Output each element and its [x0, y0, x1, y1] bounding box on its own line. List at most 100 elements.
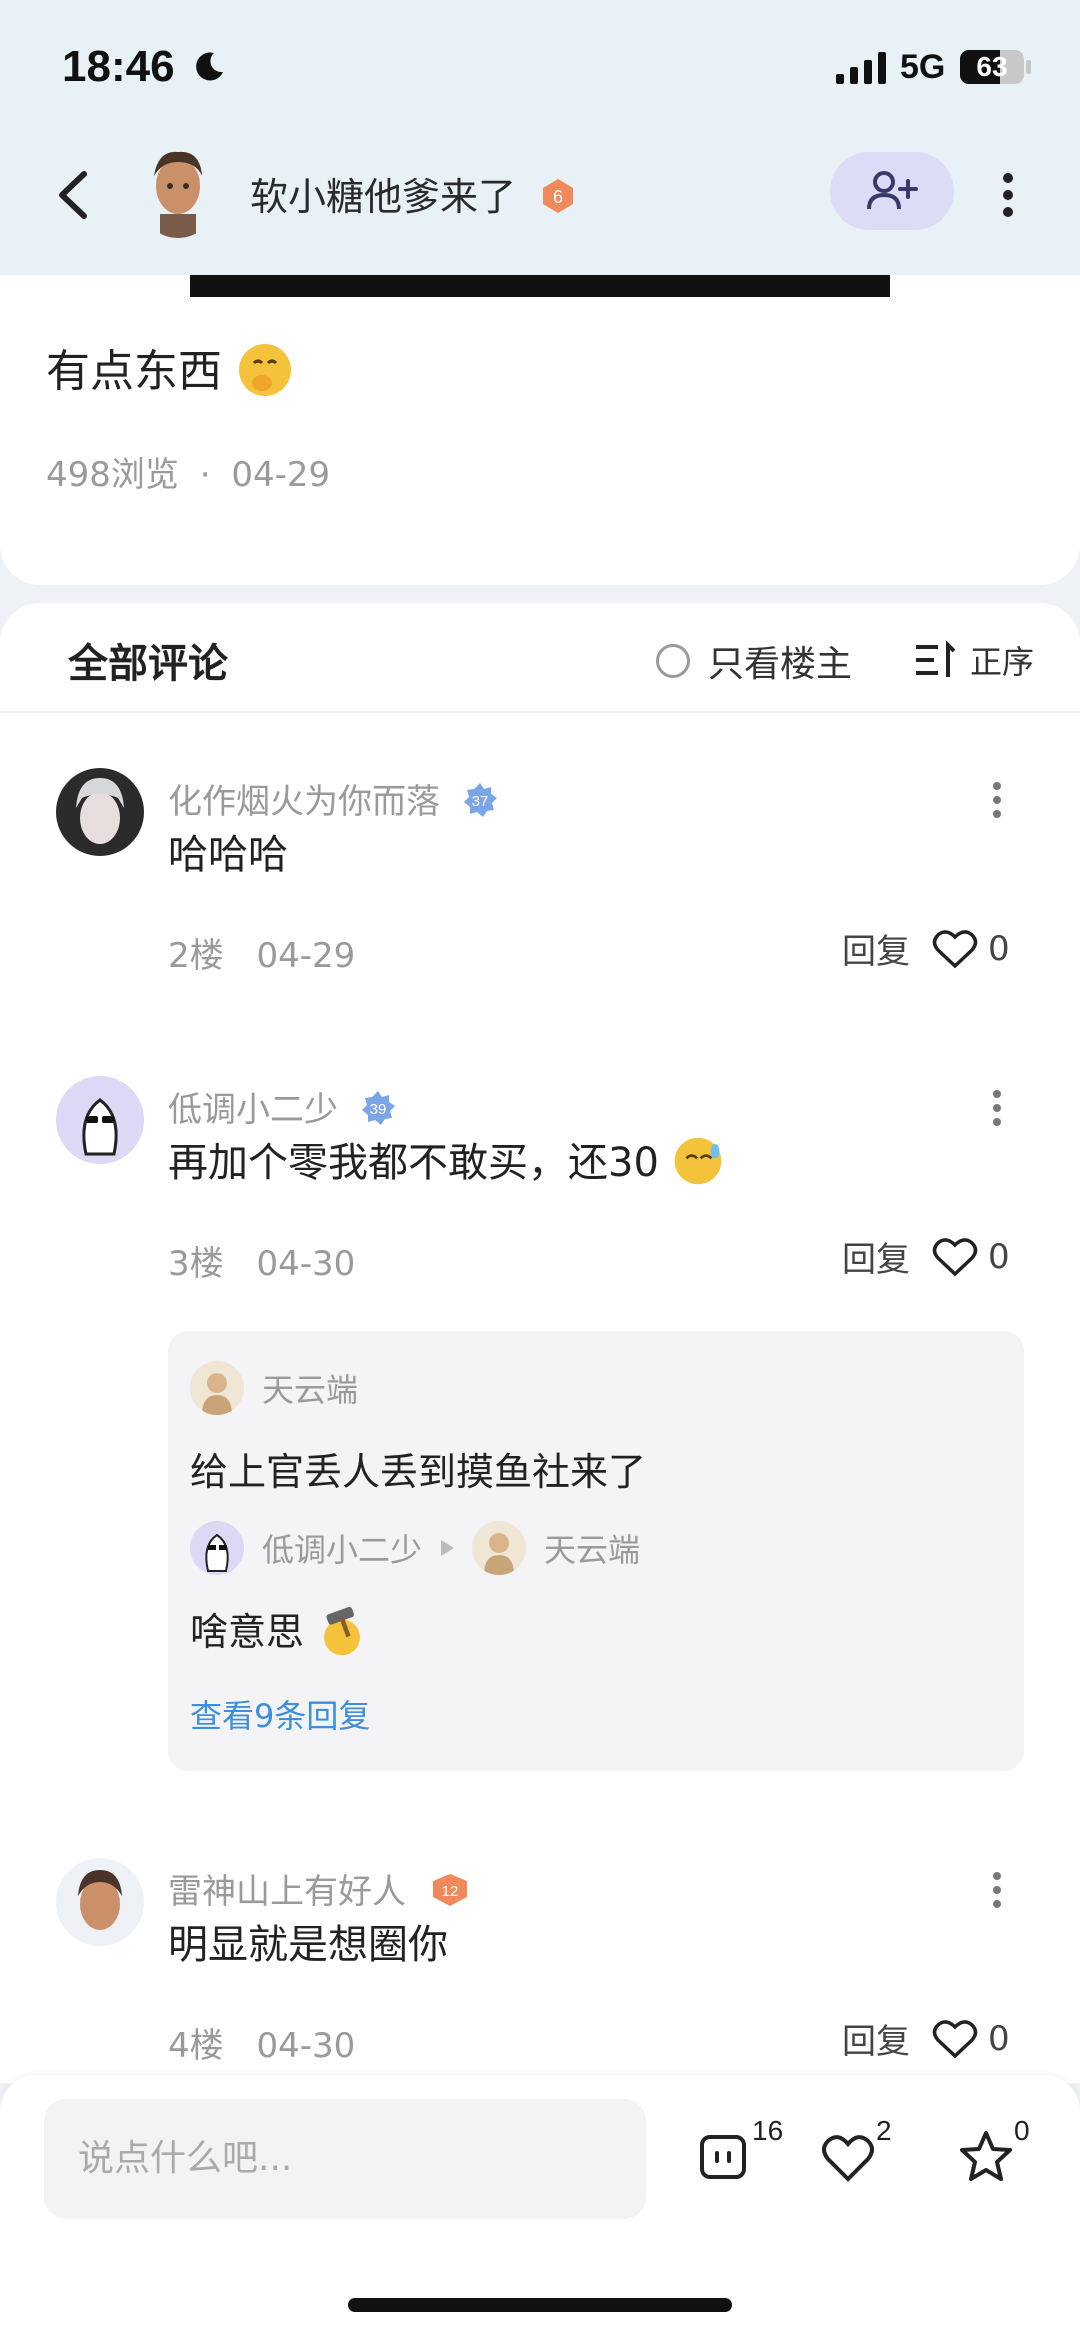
level-badge-icon: 37 — [463, 782, 497, 817]
view-more-replies[interactable]: 查看9条回复 — [190, 1691, 370, 1737]
comment-text-content: 再加个零我都不敢买，还30 — [168, 1140, 659, 1186]
heart-icon[interactable] — [932, 1236, 978, 1278]
commenter-name-text: 低调小二少 — [168, 1090, 338, 1130]
like-count: 0 — [988, 1236, 1010, 1277]
comment-item: 雷神山上有好人 12 明显就是想圈你 4楼 04-30 回复 0 — [0, 1858, 1080, 2066]
author-name-text: 软小糖他爹来了 — [250, 175, 517, 219]
commenter-name[interactable]: 化作烟火为你而落 37 — [168, 774, 499, 823]
meta-separator: · — [199, 455, 211, 495]
comment-input[interactable]: 说点什么吧... — [44, 2099, 646, 2219]
star-icon[interactable] — [956, 2127, 1016, 2187]
more-vertical-icon[interactable] — [986, 1084, 1008, 1134]
network-type: 5G — [900, 48, 946, 86]
comment-floor: 3楼 — [168, 1244, 224, 1284]
reply-author-name[interactable]: 低调小二少 — [262, 1525, 422, 1571]
comment-floor: 4楼 — [168, 2026, 224, 2066]
comment-date: 04-30 — [256, 1244, 356, 1284]
like-icon[interactable] — [818, 2127, 878, 2187]
post-meta: 498浏览 · 04-29 — [46, 447, 330, 496]
signal-icon — [836, 52, 886, 84]
level-badge-icon: 39 — [361, 1090, 395, 1125]
comment-date: 04-29 — [256, 936, 356, 976]
sort-icon — [916, 641, 956, 677]
author-name[interactable]: 软小糖他爹来了 6 — [250, 166, 578, 221]
status-time: 18:46 — [62, 42, 175, 91]
commenter-name[interactable]: 雷神山上有好人 12 — [168, 1864, 473, 1913]
like-count: 0 — [988, 928, 1010, 969]
svg-text:37: 37 — [471, 793, 488, 810]
hammer-emoji-icon — [324, 1606, 361, 1655]
comment-date: 04-30 — [256, 2026, 356, 2066]
comment-actions: 回复 0 — [842, 2014, 1010, 2063]
comment-meta: 3楼 04-30 — [168, 1236, 355, 1285]
battery-tip — [1026, 60, 1031, 74]
reply-avatar[interactable] — [472, 1521, 527, 1575]
replies-box: 天云端 给上官丢人丢到摸鱼社来了 低调小二少 天云端 啥意思 查看9条回复 — [168, 1331, 1024, 1771]
commenter-avatar[interactable] — [56, 768, 144, 856]
favorite-count: 0 — [1014, 2115, 1030, 2146]
reply-button[interactable]: 回复 — [842, 1232, 910, 1281]
like-count: 0 — [988, 2018, 1010, 2059]
author-avatar[interactable] — [140, 142, 216, 238]
nav-bar: 软小糖他爹来了 6 — [0, 130, 1080, 275]
heart-icon[interactable] — [932, 928, 978, 970]
battery-level: 63 — [976, 51, 1008, 82]
back-icon[interactable] — [48, 160, 98, 230]
comment-icon[interactable] — [694, 2127, 754, 2187]
comment-meta: 2楼 04-29 — [168, 928, 355, 977]
post-card: 有点东西 498浏览 · 04-29 — [0, 275, 1080, 585]
commenter-avatar[interactable] — [56, 1076, 144, 1164]
svg-text:39: 39 — [369, 1101, 386, 1118]
reply-arrow-icon — [441, 1540, 455, 1556]
commenter-avatar[interactable] — [56, 1858, 144, 1946]
shush-emoji-icon — [239, 344, 291, 396]
only-op-label: 只看楼主 — [708, 644, 853, 685]
post-views: 498浏览 — [46, 455, 179, 495]
heart-icon[interactable] — [932, 2018, 978, 2060]
reply-text: 给上官丢人丢到摸鱼社来了 — [190, 1450, 647, 1494]
reply-avatar[interactable] — [190, 1521, 244, 1575]
more-vertical-icon[interactable] — [986, 1866, 1008, 1916]
comment-floor: 2楼 — [168, 936, 224, 976]
level-badge-icon: 12 — [432, 1873, 467, 1906]
only-op-toggle[interactable]: 只看楼主 — [656, 635, 852, 687]
moon-icon — [196, 52, 223, 81]
post-date: 04-29 — [231, 455, 331, 495]
reply-author-row: 天云端 — [190, 1361, 358, 1415]
comments-title: 全部评论 — [68, 641, 228, 687]
battery-icon: 63 — [960, 50, 1024, 84]
reply-button[interactable]: 回复 — [842, 924, 910, 973]
reply-text: 啥意思 — [190, 1601, 368, 1661]
comment-text: 哈哈哈 — [168, 832, 288, 878]
svg-text:12: 12 — [441, 1883, 458, 1900]
comment-text: 明显就是想圈你 — [168, 1922, 448, 1968]
more-vertical-icon[interactable] — [986, 776, 1008, 826]
sort-label: 正序 — [970, 643, 1035, 681]
redaction-bar — [190, 275, 890, 297]
commenter-name[interactable]: 低调小二少 39 — [168, 1082, 397, 1131]
reply-target-name[interactable]: 天云端 — [544, 1525, 640, 1571]
comments-section: 全部评论 只看楼主 正序 化作烟火为你而落 37 哈哈哈 2楼 04-29 回复… — [0, 603, 1080, 2083]
add-user-icon — [867, 171, 918, 210]
comment-count: 16 — [752, 2115, 784, 2146]
more-vertical-icon[interactable] — [996, 160, 1020, 230]
radio-icon — [656, 644, 690, 678]
comment-item: 低调小二少 39 再加个零我都不敢买，还30 3楼 04-30 回复 0 — [0, 1076, 1080, 1284]
commenter-name-text: 雷神山上有好人 — [168, 1872, 406, 1912]
follow-button[interactable] — [830, 152, 954, 230]
reply-button[interactable]: 回复 — [842, 2014, 910, 2063]
comments-header: 全部评论 只看楼主 正序 — [0, 603, 1080, 713]
level-badge-icon: 6 — [543, 178, 574, 213]
like-count-total: 2 — [876, 2115, 892, 2146]
post-text-content: 有点东西 — [46, 346, 222, 397]
comment-meta: 4楼 04-30 — [168, 2018, 355, 2067]
home-indicator — [348, 2298, 732, 2312]
reply-avatar[interactable] — [190, 1361, 244, 1415]
reply-author-name[interactable]: 天云端 — [262, 1365, 358, 1411]
comment-item: 化作烟火为你而落 37 哈哈哈 2楼 04-29 回复 0 — [0, 768, 1080, 976]
svg-text:6: 6 — [553, 187, 563, 207]
comment-actions: 回复 0 — [842, 1232, 1010, 1281]
comment-actions: 回复 0 — [842, 924, 1010, 973]
post-text: 有点东西 — [46, 335, 294, 403]
sort-button[interactable]: 正序 — [914, 637, 1034, 683]
